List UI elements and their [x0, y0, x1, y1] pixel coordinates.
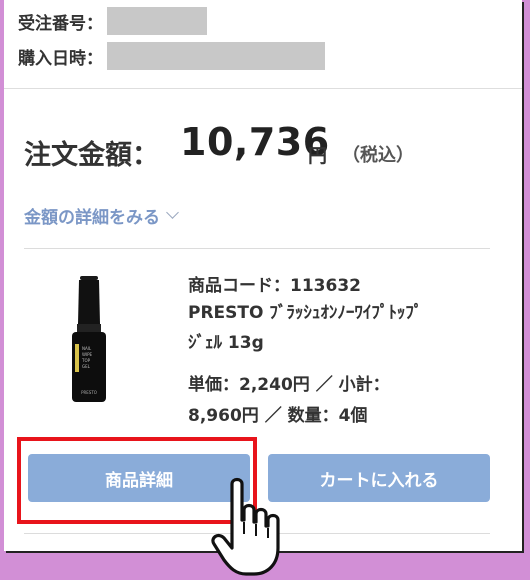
product-price-line1: 単価：2,240円 ／ 小計： — [188, 375, 390, 395]
product-name-line1: PRESTO ﾌﾞﾗｯｼｭｵﾝﾉｰﾜｲﾌﾟﾄｯﾌﾟ — [188, 303, 423, 323]
order-number-label: 受注番号： — [18, 13, 103, 34]
purchase-date-redacted — [107, 42, 325, 70]
product-name-line2: ｼﾞｪﾙ 13g — [188, 333, 264, 353]
total-unit: 円 — [308, 145, 328, 167]
order-history-card: 受注番号： 購入日時： 注文金額： 10,736 円 （税込） 金額の詳細をみる… — [4, 0, 522, 551]
divider — [24, 248, 490, 249]
svg-text:TOP: TOP — [81, 358, 91, 363]
product-code: 商品コード：113632 — [188, 276, 361, 296]
tax-note: （税込） — [342, 145, 414, 166]
purchase-date-row: 購入日時： — [18, 42, 325, 70]
chevron-down-icon — [166, 206, 179, 219]
svg-text:PRESTO: PRESTO — [81, 390, 97, 395]
product-price-line2: 8,960円 ／ 数量：4個 — [188, 406, 368, 426]
order-number-row: 受注番号： — [18, 7, 207, 35]
order-number-redacted — [107, 7, 207, 35]
product-image: NAIL WIPE TOP GEL PRESTO — [72, 276, 106, 402]
purchase-date-label: 購入日時： — [18, 48, 103, 69]
add-to-cart-button[interactable]: カートに入れる — [268, 454, 490, 502]
hand-pointer-icon — [211, 477, 280, 576]
svg-text:NAIL: NAIL — [82, 346, 92, 351]
svg-text:WIPE: WIPE — [82, 352, 93, 357]
svg-text:GEL: GEL — [82, 364, 91, 369]
order-header: 受注番号： 購入日時： — [4, 0, 522, 89]
total-label: 注文金額： — [24, 140, 159, 171]
price-detail-link[interactable]: 金額の詳細をみる — [24, 203, 179, 228]
price-detail-label: 金額の詳細をみる — [24, 208, 160, 228]
